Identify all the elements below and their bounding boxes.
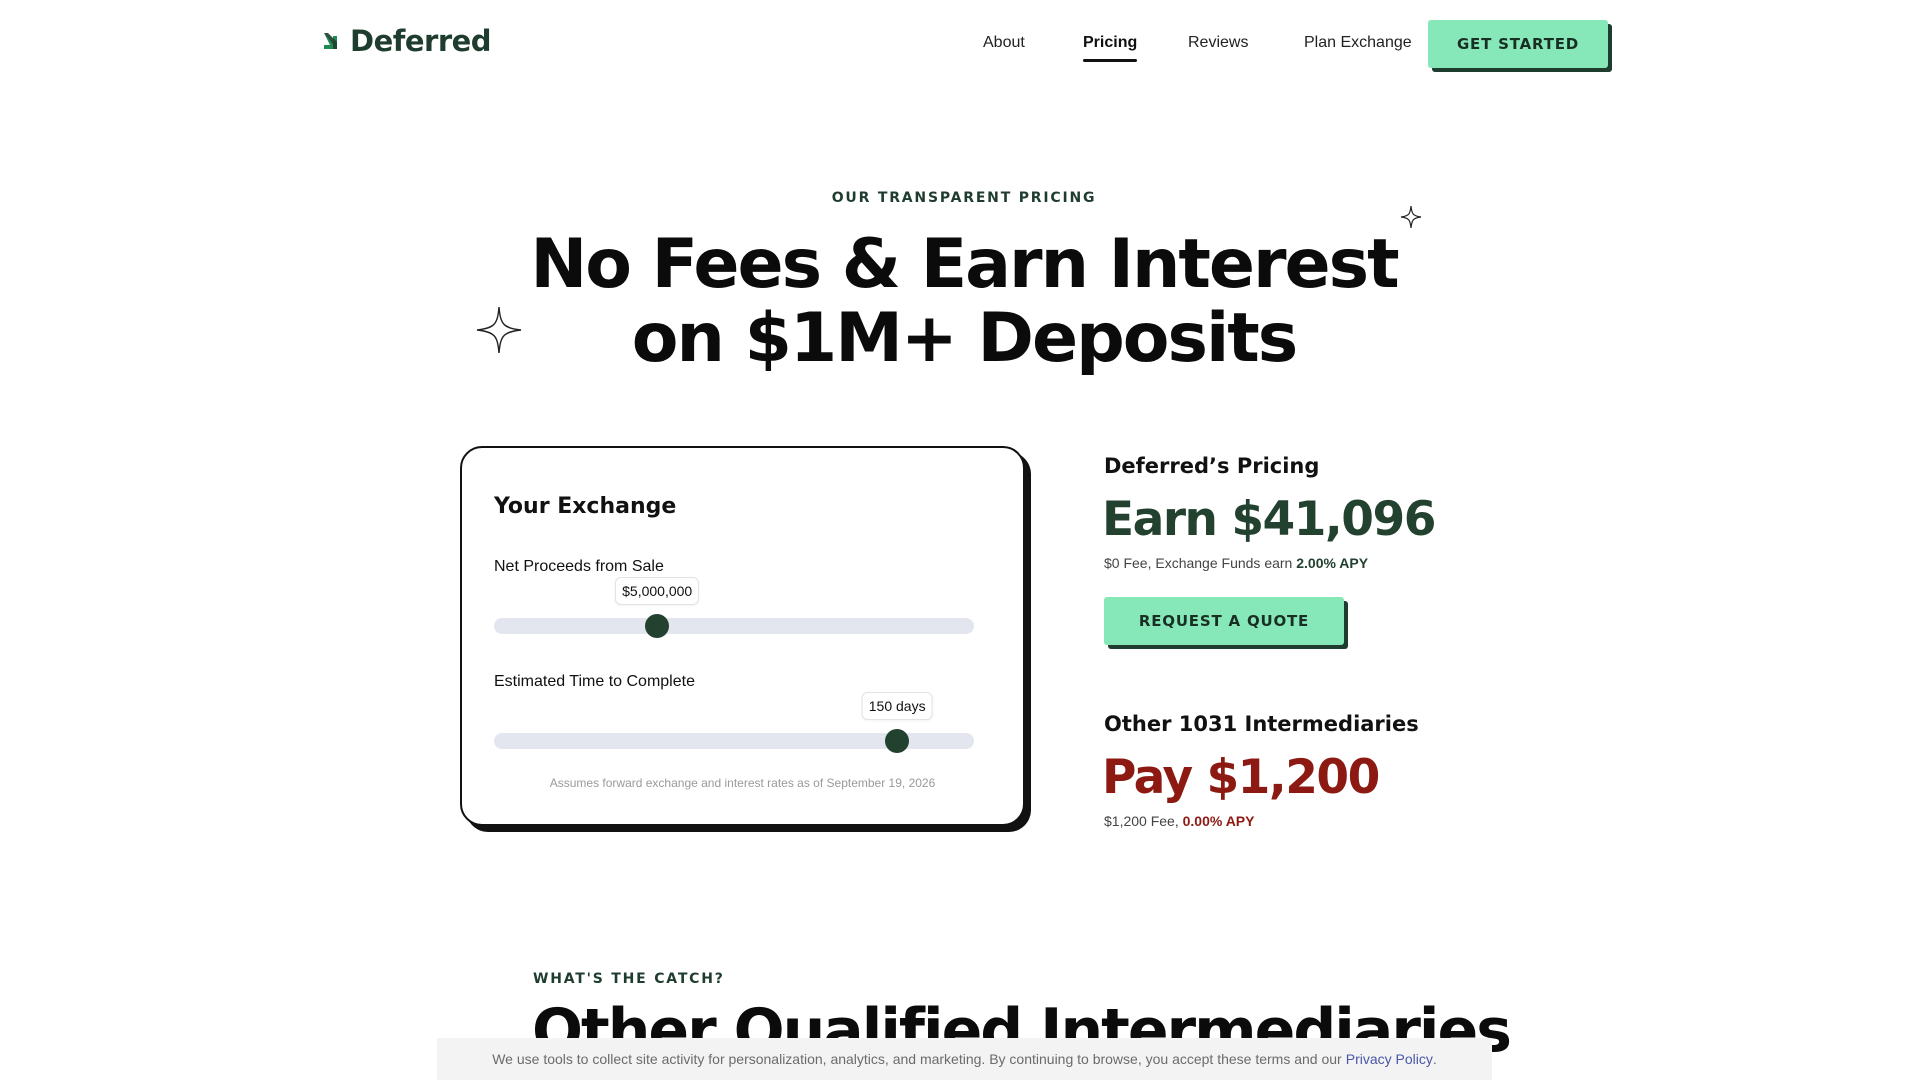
cookie-banner: We use tools to collect site activity fo… [437,1038,1492,1080]
calculator-assumption-note: Assumes forward exchange and interest ra… [549,776,936,790]
deferred-apy: 2.00% APY [1296,555,1369,571]
others-apy: 0.00% APY [1182,813,1255,829]
pricing-eyebrow: OUR TRANSPARENT PRICING [831,190,1097,206]
privacy-policy-link[interactable]: Privacy Policy [1346,1051,1433,1067]
proceeds-label: Net Proceeds from Sale [494,558,664,575]
others-pay-amount: Pay $1,200 [1102,750,1380,805]
page-title-line-2: on $1M+ Deposits [631,299,1298,378]
others-pricing-heading: Other 1031 Intermediaries [1104,712,1419,736]
deferred-fee-text: $0 Fee, Exchange Funds earn [1104,555,1293,571]
deferred-pricing-heading: Deferred’s Pricing [1104,454,1320,478]
catch-eyebrow: WHAT'S THE CATCH? [533,971,725,987]
proceeds-slider-thumb[interactable] [645,614,670,638]
deferred-earn-amount: Earn $41,096 [1102,492,1436,547]
nav-plan-exchange[interactable]: Plan Exchange [1304,34,1412,52]
exchange-calculator-card: Your Exchange Net Proceeds from Sale $5,… [460,446,1025,826]
request-quote-button[interactable]: REQUEST A QUOTE [1104,597,1344,645]
others-fee-text: $1,200 Fee, [1104,813,1179,829]
others-pricing-detail: $1,200 Fee, 0.00% APY [1104,813,1254,829]
proceeds-value-tooltip: $5,000,000 [615,577,700,605]
time-slider[interactable]: 150 days [494,692,974,753]
cookie-suffix: . [1432,1051,1437,1067]
time-slider-thumb[interactable] [885,729,910,753]
cookie-text: We use tools to collect site activity fo… [492,1051,1342,1067]
time-value-tooltip: 150 days [861,692,933,720]
nav-pricing[interactable]: Pricing [1083,34,1138,62]
sparkle-icon [1400,205,1422,229]
nav-about[interactable]: About [983,34,1025,52]
page-title-line-1: No Fees & Earn Interest [530,225,1399,304]
main-nav: About Pricing Reviews Plan Exchange [0,30,1920,62]
nav-reviews[interactable]: Reviews [1188,34,1248,52]
time-label: Estimated Time to Complete [494,673,695,690]
proceeds-slider[interactable]: $5,000,000 [494,577,974,638]
get-started-button[interactable]: GET STARTED [1428,20,1608,68]
sparkle-icon [476,306,522,354]
page-title: No Fees & Earn Interest on $1M+ Deposits [0,228,1920,376]
deferred-pricing-detail: $0 Fee, Exchange Funds earn 2.00% APY [1104,555,1368,571]
calculator-title: Your Exchange [494,494,677,519]
site-header: Deferred About Pricing Reviews Plan Exch… [0,0,1920,90]
